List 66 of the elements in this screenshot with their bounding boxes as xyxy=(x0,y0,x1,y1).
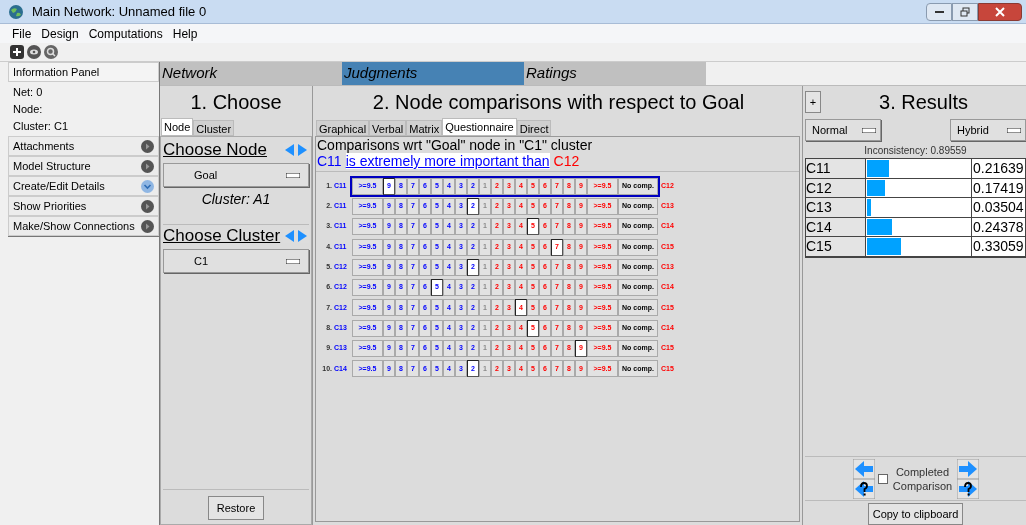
table-cell: 0.33059 xyxy=(972,237,1025,256)
info-line: Cluster: C1 xyxy=(13,119,70,134)
comparison-heading: Comparisons wrt "Goal" node in "C1" cluster xyxy=(316,137,594,153)
info-line: Node: xyxy=(13,102,44,117)
dropdown[interactable]: Normal xyxy=(805,119,881,141)
copy-button[interactable]: Copy to clipboard xyxy=(867,503,964,525)
tab[interactable]: Questionnaire xyxy=(442,118,517,136)
info-line: Net: 0 xyxy=(13,85,44,100)
arrow-help-icon[interactable] xyxy=(956,478,979,499)
accordion-item[interactable]: Attachments xyxy=(8,136,159,156)
mode-tab[interactable]: Judgments xyxy=(342,62,524,85)
tab[interactable]: Cluster xyxy=(193,120,235,136)
section-title: 3. Results xyxy=(878,90,969,115)
globe-icon xyxy=(8,3,24,20)
tab[interactable]: Verbal xyxy=(369,120,407,136)
cluster-dropdown[interactable]: C1 xyxy=(163,249,309,273)
restore-button[interactable]: Restore xyxy=(207,496,265,520)
cluster-caption: Cluster: A1 xyxy=(200,189,272,209)
eye-icon[interactable] xyxy=(27,45,41,59)
tab[interactable]: Graphical xyxy=(316,120,370,136)
accordion-item[interactable]: Create/Edit Details xyxy=(8,176,159,196)
node-name: C11 xyxy=(317,153,342,169)
tab[interactable]: Direct xyxy=(516,120,552,136)
restore-window-button[interactable] xyxy=(952,2,978,21)
node-name: C12 xyxy=(553,153,580,169)
expand-button[interactable]: + xyxy=(805,91,821,113)
accordion-item[interactable]: Make/Show Connections xyxy=(8,216,159,236)
section-title: 2. Node comparisons with respect to Goal xyxy=(371,90,746,115)
mode-tab[interactable]: Ratings xyxy=(524,62,706,85)
close-icon xyxy=(995,6,1005,17)
section-heading: Choose Node xyxy=(163,139,267,162)
search-icon[interactable] xyxy=(44,45,58,59)
checkbox[interactable] xyxy=(877,473,888,484)
menu-item[interactable]: Help xyxy=(172,24,198,43)
table-cell: C15 xyxy=(806,237,866,256)
minimize-button[interactable] xyxy=(926,2,952,21)
verbal-judgment[interactable]: is extremely more important than xyxy=(345,153,550,169)
dropdown-icon xyxy=(286,258,300,264)
menu-item[interactable]: Computations xyxy=(88,24,163,43)
accordion-item[interactable]: Show Priorities xyxy=(8,196,159,216)
close-button[interactable] xyxy=(978,2,1022,21)
restore-icon xyxy=(960,6,970,17)
node-dropdown[interactable]: Goal xyxy=(163,163,309,187)
section-title: 1. Choose xyxy=(189,90,283,115)
dropdown-icon xyxy=(1007,127,1021,133)
add-icon[interactable] xyxy=(10,45,24,59)
section-heading: Choose Cluster xyxy=(163,225,281,248)
tab[interactable]: Node xyxy=(161,118,194,136)
tab[interactable]: Matrix xyxy=(406,120,443,136)
window-title: Main Network: Unnamed file 0 xyxy=(32,2,207,21)
menu-item[interactable]: File xyxy=(12,24,32,43)
mode-tab[interactable]: Network xyxy=(160,62,342,85)
menu-item[interactable]: Design xyxy=(41,24,79,43)
dropdown[interactable]: Hybrid xyxy=(950,119,1026,141)
dropdown-icon xyxy=(286,172,300,178)
checkbox-label: Completed Comparison xyxy=(891,464,954,493)
inconsistency-label: Inconsistency: 0.89559 xyxy=(863,143,968,158)
table-cell: 0.21639 xyxy=(972,159,1025,178)
accordion-item[interactable]: Model Structure xyxy=(8,156,159,176)
table-cell: C13 xyxy=(806,198,866,217)
arrow-help-icon[interactable] xyxy=(852,478,875,499)
dropdown-icon xyxy=(862,127,876,133)
table-cell: 0.03504 xyxy=(972,198,1025,217)
panel-title: Information Panel xyxy=(8,62,159,82)
minimize-icon xyxy=(934,10,944,13)
table-cell: C11 xyxy=(806,159,866,178)
